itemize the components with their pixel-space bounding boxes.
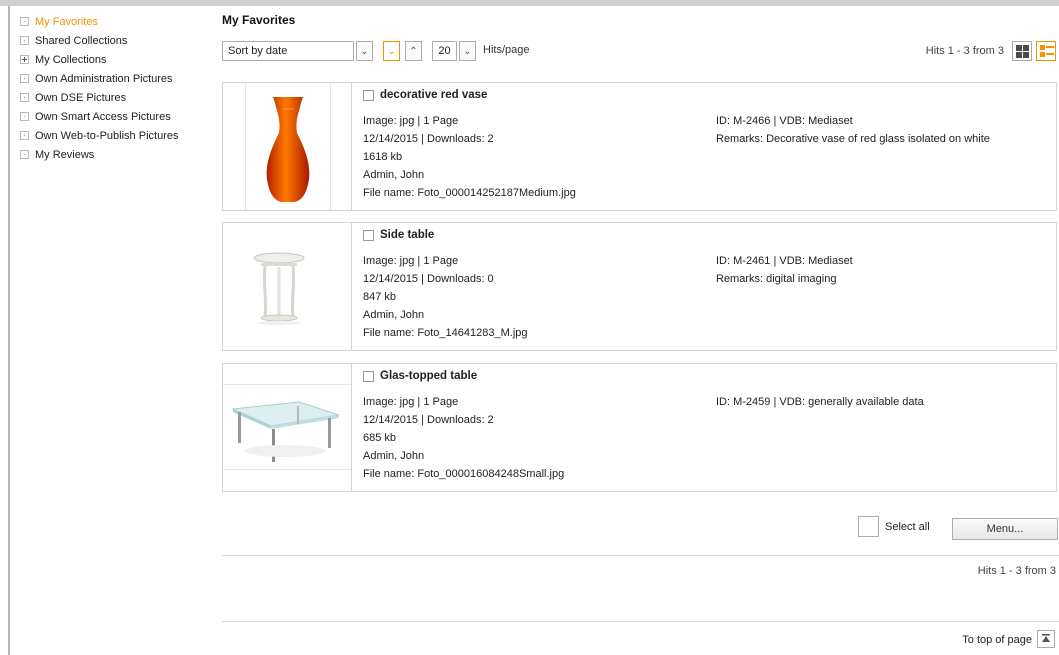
- sidebar-item-label: Own Administration Pictures: [35, 72, 173, 85]
- hits-per-page-label: Hits/page: [483, 44, 530, 56]
- tree-leaf-icon: [20, 112, 29, 121]
- sidebar-item-label: Own DSE Pictures: [35, 91, 127, 104]
- sidebar-item-own-administration-pictures[interactable]: Own Administration Pictures: [20, 69, 210, 88]
- sidebar-item-own-smart-access-pictures[interactable]: Own Smart Access Pictures: [20, 107, 210, 126]
- chevron-down-icon: ⌄: [387, 45, 396, 57]
- author: Admin, John: [363, 169, 425, 181]
- sidebar-item-my-favorites[interactable]: My Favorites: [20, 12, 210, 31]
- divider: [222, 621, 1059, 622]
- author: Admin, John: [363, 309, 425, 321]
- hits-per-page-dropdown-button[interactable]: ⌄: [459, 41, 476, 61]
- select-checkbox[interactable]: [363, 370, 374, 382]
- file-type-pages: Image: jpg | 1 Page: [363, 115, 459, 127]
- results-toolbar: Sort by date ⌄ ⌄ ⌃ 20 ⌄ Hits/page Hits 1…: [222, 41, 1058, 63]
- result-details: ID: M-2466 | VDB: Mediaset Remarks: Deco…: [716, 112, 990, 148]
- file-size: 847 kb: [363, 291, 397, 303]
- select-checkbox[interactable]: [363, 89, 374, 101]
- sidebar-item-own-dse-pictures[interactable]: Own DSE Pictures: [20, 88, 210, 107]
- select-checkbox[interactable]: [363, 229, 374, 241]
- chevron-up-icon: ⌃: [409, 45, 418, 57]
- select-all-label[interactable]: Select all: [885, 521, 930, 533]
- grid-view-button[interactable]: [1012, 41, 1032, 61]
- remarks: Remarks: Decorative vase of red glass is…: [716, 133, 990, 145]
- hits-per-page-select[interactable]: 20: [432, 41, 457, 61]
- result-title[interactable]: Side table: [380, 229, 434, 241]
- result-details: ID: M-2461 | VDB: Mediaset Remarks: digi…: [716, 252, 853, 288]
- thumbnail-frame[interactable]: [223, 223, 352, 350]
- file-name: File name: Foto_000014252187Medium.jpg: [363, 187, 576, 199]
- result-meta: Image: jpg | 1 Page 12/14/2015 | Downloa…: [363, 112, 576, 202]
- date-downloads: 12/14/2015 | Downloads: 0: [363, 273, 494, 285]
- red-vase-image: [266, 97, 310, 202]
- file-name: File name: Foto_14641283_M.jpg: [363, 327, 528, 339]
- result-details: ID: M-2459 | VDB: generally available da…: [716, 393, 924, 411]
- chevron-down-icon: ⌄: [463, 45, 472, 57]
- result-title[interactable]: Glas-topped table: [380, 370, 477, 382]
- sort-descending-button[interactable]: ⌄: [383, 41, 400, 61]
- id-vdb: ID: M-2459 | VDB: generally available da…: [716, 396, 924, 408]
- sort-select[interactable]: Sort by date: [222, 41, 354, 61]
- sidebar-item-my-collections[interactable]: My Collections: [20, 50, 210, 69]
- result-item: Side table Image: jpg | 1 Page 12/14/201…: [222, 222, 1057, 351]
- sidebar-item-label: My Favorites: [35, 15, 98, 28]
- sidebar-item-label: My Reviews: [35, 148, 95, 161]
- sidebar-item-my-reviews[interactable]: My Reviews: [20, 145, 210, 164]
- file-type-pages: Image: jpg | 1 Page: [363, 396, 459, 408]
- expand-plus-icon[interactable]: [20, 55, 29, 64]
- date-downloads: 12/14/2015 | Downloads: 2: [363, 414, 494, 426]
- tree-leaf-icon: [20, 36, 29, 45]
- list-view-button[interactable]: [1036, 41, 1056, 61]
- arrow-to-top-icon: [1042, 634, 1050, 642]
- hits-count-bottom: Hits 1 - 3 from 3: [977, 565, 1056, 577]
- tree-leaf-icon: [20, 150, 29, 159]
- tree-leaf-icon: [20, 131, 29, 140]
- to-top-button[interactable]: [1037, 630, 1055, 648]
- result-title[interactable]: decorative red vase: [380, 89, 487, 101]
- sidebar-item-label: Own Smart Access Pictures: [35, 110, 171, 123]
- sidebar-item-label: Own Web-to-Publish Pictures: [35, 129, 179, 142]
- window-top-border: [0, 0, 1059, 6]
- thumbnail-frame[interactable]: [223, 83, 352, 210]
- file-size: 1618 kb: [363, 151, 403, 163]
- sidebar-nav: My Favorites Shared Collections My Colle…: [20, 12, 210, 164]
- result-item: Glas-topped table Image: jpg | 1 Page 12…: [222, 363, 1057, 492]
- to-top-label[interactable]: To top of page: [962, 634, 1032, 646]
- window-left-border: [8, 6, 10, 655]
- result-meta: Image: jpg | 1 Page 12/14/2015 | Downloa…: [363, 252, 528, 342]
- file-size: 685 kb: [363, 432, 397, 444]
- author: Admin, John: [363, 450, 425, 462]
- page-title: My Favorites: [222, 13, 296, 27]
- tree-leaf-icon: [20, 17, 29, 26]
- sidebar-item-label: My Collections: [35, 53, 107, 66]
- file-name: File name: Foto_000016084248Small.jpg: [363, 468, 565, 480]
- tree-leaf-icon: [20, 74, 29, 83]
- thumbnail-frame[interactable]: [223, 364, 352, 491]
- file-type-pages: Image: jpg | 1 Page: [363, 255, 459, 267]
- sidebar-item-own-web-to-publish-pictures[interactable]: Own Web-to-Publish Pictures: [20, 126, 210, 145]
- side-table-image: [253, 252, 305, 325]
- menu-button[interactable]: Menu...: [952, 518, 1058, 540]
- glass-table-image: [231, 401, 340, 462]
- result-meta: Image: jpg | 1 Page 12/14/2015 | Downloa…: [363, 393, 564, 483]
- sidebar-item-shared-collections[interactable]: Shared Collections: [20, 31, 210, 50]
- remarks: Remarks: digital imaging: [716, 273, 837, 285]
- id-vdb: ID: M-2466 | VDB: Mediaset: [716, 115, 853, 127]
- id-vdb: ID: M-2461 | VDB: Mediaset: [716, 255, 853, 267]
- hits-count: Hits 1 - 3 from 3: [925, 45, 1004, 57]
- date-downloads: 12/14/2015 | Downloads: 2: [363, 133, 494, 145]
- sidebar-item-label: Shared Collections: [35, 34, 128, 47]
- sort-dropdown-button[interactable]: ⌄: [356, 41, 373, 61]
- divider: [222, 555, 1059, 556]
- chevron-down-icon: ⌄: [360, 45, 369, 57]
- sort-ascending-button[interactable]: ⌃: [405, 41, 422, 61]
- select-all-checkbox[interactable]: [858, 516, 879, 537]
- tree-leaf-icon: [20, 93, 29, 102]
- result-item: decorative red vase Image: jpg | 1 Page …: [222, 82, 1057, 211]
